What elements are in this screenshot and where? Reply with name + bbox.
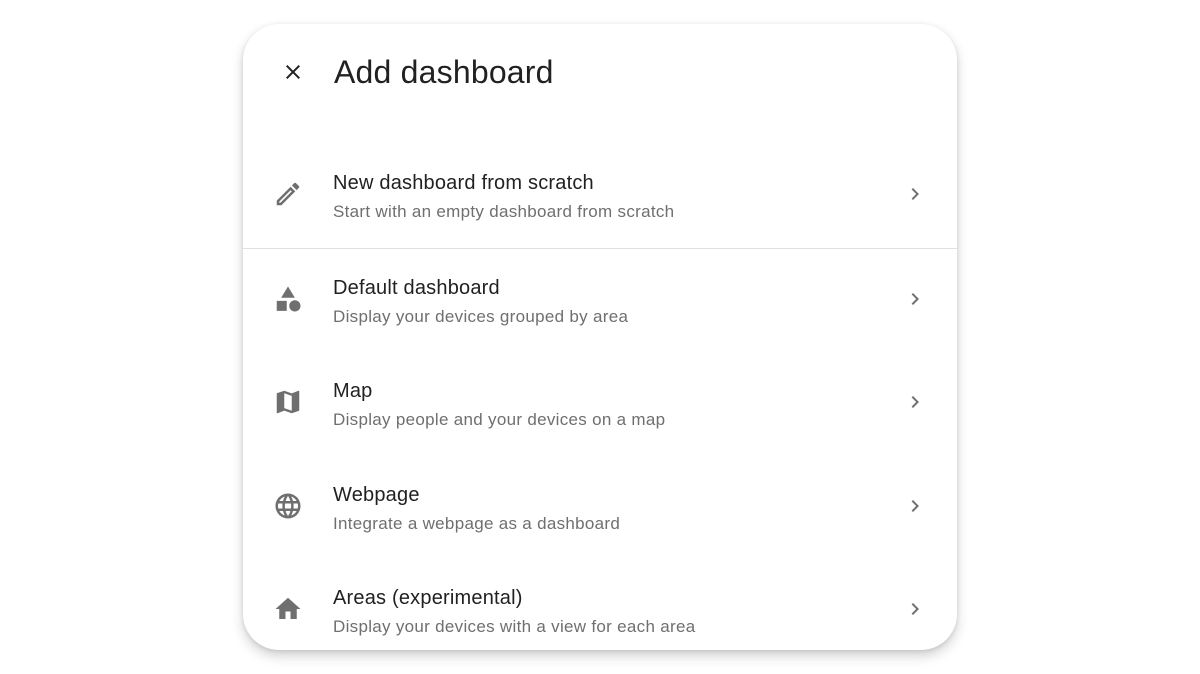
list-item-map[interactable]: Map Display people and your devices on a…: [243, 352, 957, 456]
close-button[interactable]: [269, 48, 317, 96]
list-item-text: Areas (experimental) Display your device…: [333, 585, 877, 639]
list-item-subtitle: Display your devices grouped by area: [333, 306, 629, 326]
list-item-title: New dashboard from scratch: [333, 172, 594, 194]
list-item-title: Areas (experimental): [333, 587, 523, 609]
list-item-webpage[interactable]: Webpage Integrate a webpage as a dashboa…: [243, 456, 957, 560]
list-item-text: Map Display people and your devices on a…: [333, 378, 877, 432]
list-item-text: New dashboard from scratch Start with an…: [333, 170, 877, 224]
list-item-text: Default dashboard Display your devices g…: [333, 275, 877, 329]
map-icon: [272, 386, 304, 418]
list-item-title: Webpage: [333, 483, 420, 506]
list-item-subtitle: Display your devices with a view for eac…: [333, 617, 696, 636]
chevron-right-icon: [903, 494, 927, 518]
list-item-areas[interactable]: Areas (experimental) Display your device…: [243, 559, 957, 650]
chevron-right-icon: [903, 182, 927, 206]
list-item-subtitle: Start with an empty dashboard from scrat…: [333, 202, 675, 221]
list-item-new-dashboard[interactable]: New dashboard from scratch Start with an…: [243, 144, 957, 248]
dialog-title: Add dashboard: [334, 54, 554, 90]
list-item-subtitle: Display people and your devices on a map: [333, 410, 666, 429]
dashboard-type-list: New dashboard from scratch Start with an…: [243, 144, 957, 650]
chevron-right-icon: [903, 597, 927, 621]
pencil-icon: [272, 178, 304, 210]
list-item-title: Default dashboard: [333, 276, 500, 299]
dialog-header: Add dashboard: [243, 24, 957, 122]
chevron-right-icon: [903, 287, 927, 311]
list-item-text: Webpage Integrate a webpage as a dashboa…: [333, 482, 877, 536]
shapes-icon: [272, 283, 304, 315]
list-item-default-dashboard[interactable]: Default dashboard Display your devices g…: [243, 249, 957, 353]
home-icon: [272, 593, 304, 625]
close-icon: [286, 65, 300, 79]
list-item-subtitle: Integrate a webpage as a dashboard: [333, 513, 621, 533]
globe-icon: [272, 490, 304, 522]
list-item-title: Map: [333, 380, 373, 402]
chevron-right-icon: [903, 390, 927, 414]
add-dashboard-dialog: Add dashboard New dashboard from scratch…: [243, 24, 957, 650]
